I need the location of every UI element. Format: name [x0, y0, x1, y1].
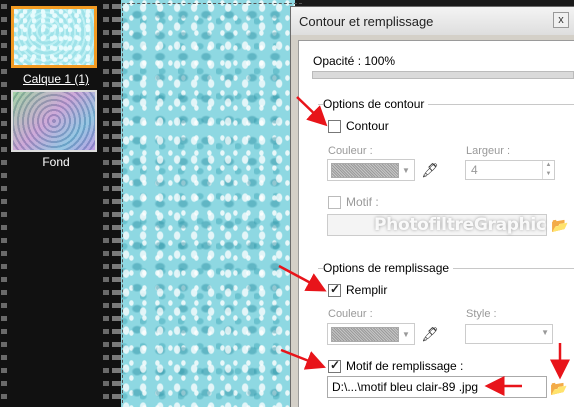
- contour-checkbox[interactable]: [328, 119, 341, 133]
- remplir-label: Remplir: [346, 283, 388, 297]
- open-folder-icon[interactable]: 📂: [549, 378, 569, 398]
- opacity-slider-fill: [313, 72, 573, 78]
- watermark-text: PhotofiltreGraphic: [374, 215, 546, 235]
- canvas-film-strip: [112, 0, 121, 407]
- contour-color-picker[interactable]: ▼: [327, 159, 415, 181]
- eyedropper-icon[interactable]: 🖋: [421, 162, 439, 178]
- remplissage-color-swatch: [331, 326, 399, 342]
- dialog-title: Contour et remplissage: [299, 14, 434, 29]
- remplissage-color-picker[interactable]: ▼: [327, 323, 415, 345]
- selection-marquee: [122, 3, 302, 403]
- contour-checkbox-row[interactable]: Contour: [328, 119, 389, 133]
- layer-thumbnail-calque-1[interactable]: [11, 6, 97, 68]
- remplissage-couleur-label: Couleur :: [328, 308, 373, 320]
- contour-group-title: Options de contour: [323, 97, 429, 111]
- motif-remplissage-checkbox-row[interactable]: Motif de remplissage :: [328, 358, 464, 373]
- style-select[interactable]: ▼: [465, 324, 553, 344]
- motif-remplissage-checkbox[interactable]: [328, 358, 341, 373]
- layer-label-fond[interactable]: Fond: [0, 155, 112, 169]
- contour-motif-checkbox[interactable]: [328, 195, 341, 209]
- close-button[interactable]: x: [553, 12, 569, 28]
- largeur-value: 4: [471, 163, 478, 177]
- eyedropper-icon[interactable]: 🖋: [421, 326, 439, 342]
- layer-thumbnail-fond[interactable]: [11, 90, 97, 152]
- contour-motif-checkbox-row[interactable]: Motif :: [328, 195, 379, 209]
- film-perforation-left: [1, 0, 7, 407]
- layer-label-calque-1[interactable]: Calque 1 (1): [0, 72, 112, 86]
- chevron-down-icon: ▼: [541, 328, 549, 337]
- layers-panel: Calque 1 (1) Fond: [0, 0, 112, 407]
- remplir-checkbox-row[interactable]: Remplir: [328, 282, 388, 297]
- motif-remplissage-path-field[interactable]: D:\...\motif bleu clair-89 .jpg: [327, 376, 547, 398]
- opacity-slider[interactable]: [312, 71, 574, 79]
- remplir-checkbox[interactable]: [328, 282, 341, 297]
- dialog-titlebar[interactable]: Contour et remplissage x: [291, 7, 574, 35]
- largeur-spinner[interactable]: 4 ▲ ▼: [465, 160, 555, 180]
- chevron-down-icon: ▼: [402, 165, 410, 175]
- contour-color-swatch: [331, 162, 399, 178]
- largeur-label: Largeur :: [466, 145, 511, 157]
- film-perforation-right: [103, 0, 109, 407]
- chevron-down-icon: ▼: [402, 329, 410, 339]
- motif-remplissage-label: Motif de remplissage :: [346, 359, 464, 373]
- opacity-label: Opacité : 100%: [313, 54, 396, 68]
- remplissage-group-title: Options de remplissage: [323, 261, 454, 275]
- style-label: Style :: [466, 308, 497, 320]
- contour-open-folder-icon[interactable]: 📂: [550, 215, 570, 235]
- contour-motif-label: Motif :: [346, 195, 379, 209]
- contour-couleur-label: Couleur :: [328, 145, 373, 157]
- contour-label: Contour: [346, 119, 389, 133]
- spinner-arrows-icon[interactable]: ▲ ▼: [542, 161, 554, 179]
